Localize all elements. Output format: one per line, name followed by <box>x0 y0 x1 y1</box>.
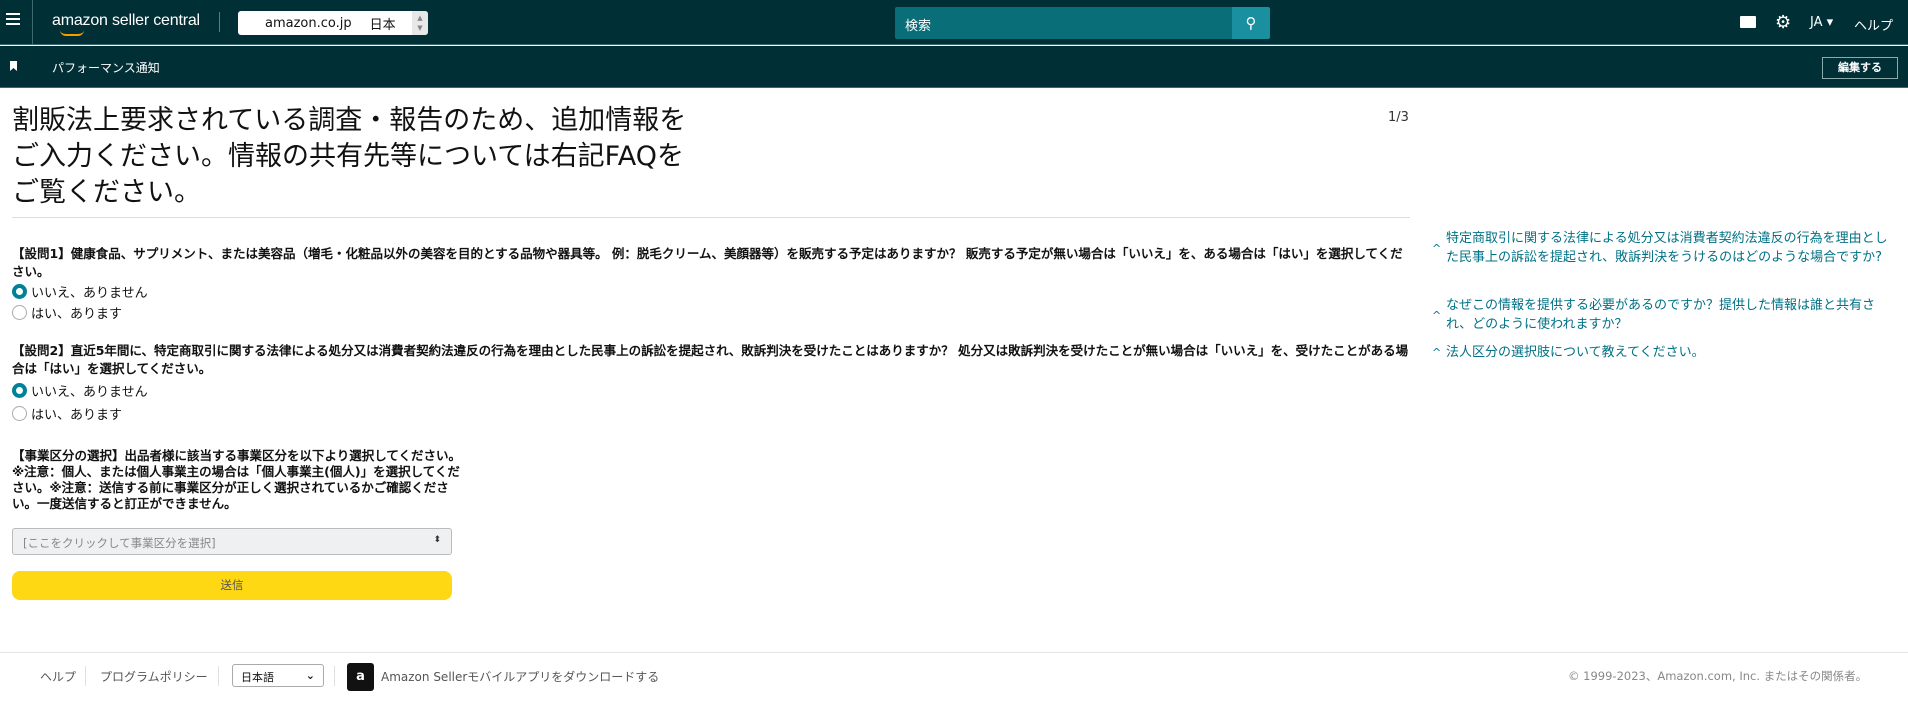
program-policy-link[interactable]: プログラムポリシー <box>100 668 208 685</box>
radio-selected-icon[interactable] <box>12 284 27 299</box>
seller-app-icon[interactable]: a <box>347 663 374 691</box>
business-type-select[interactable]: [ここをクリックして事業区分を選択] ⬍ <box>12 528 452 555</box>
question-2-text: 【設問2】直近5年間に、特定商取引に関する法律による処分又は消費者契約法違反の行… <box>12 343 1409 376</box>
footer-help-link[interactable]: ヘルプ <box>40 668 76 685</box>
language-menu[interactable]: JA ▾ <box>1810 15 1833 30</box>
gear-icon[interactable]: ⚙ <box>1775 12 1791 33</box>
faq-item[interactable]: ^ 法人区分の選択肢について教えてください。 <box>1432 343 1892 362</box>
amazon-smile-icon <box>60 30 84 36</box>
option-label: はい、あります <box>31 408 123 423</box>
select-value: 日本語 <box>241 671 274 684</box>
divider <box>12 217 1410 218</box>
caret-up-icon: ^ <box>1432 308 1442 322</box>
mail-icon[interactable] <box>1740 16 1756 28</box>
caret-up-icon: ^ <box>1432 241 1442 255</box>
divider <box>219 12 220 32</box>
copyright: © 1999-2023、Amazon.com, Inc. またはその関係者。 <box>1568 669 1868 683</box>
edit-button[interactable]: 編集する <box>1822 57 1898 79</box>
search-icon: ⚲ <box>1245 14 1257 32</box>
radio-selected-icon[interactable] <box>12 383 27 398</box>
q2-option-yes[interactable]: はい、あります <box>12 404 122 423</box>
marketplace-country: 日本 <box>369 17 396 33</box>
sub-nav-bar <box>0 46 1908 88</box>
q2-option-no[interactable]: いいえ、ありません <box>12 381 148 400</box>
question-1-text: 【設問1】健康食品、サプリメント、または美容品（増毛・化粧品以外の美容を目的とす… <box>12 246 1403 279</box>
faq-link[interactable]: 特定商取引に関する法律による処分又は消費者契約法違反の行為を理由とした民事上の訴… <box>1446 229 1892 267</box>
faq-link[interactable]: 法人区分の選択肢について教えてください。 <box>1446 343 1705 362</box>
marketplace-selector[interactable]: amazon.co.jp 日本 ▲ ▼ <box>238 11 428 35</box>
select-arrows-icon: ⬍ <box>433 535 441 545</box>
hamburger-menu-icon[interactable] <box>6 13 20 28</box>
divider <box>85 666 86 686</box>
search-input[interactable]: 検索 <box>895 7 1232 39</box>
select-value: [ここをクリックして事業区分を選択] <box>23 536 216 550</box>
page-indicator: 1/3 <box>1388 110 1409 125</box>
divider <box>334 666 335 686</box>
business-type-instructions: 【事業区分の選択】出品者様に該当する事業区分を以下より選択してください。※注意：… <box>12 448 462 511</box>
faq-item[interactable]: ^ なぜこの情報を提供する必要があるのですか？提供した情報は誰と共有され、どのよう… <box>1432 296 1892 334</box>
submit-button[interactable]: 送信 <box>12 571 452 600</box>
app-download-link[interactable]: Amazon Sellerモバイルアプリをダウンロードする <box>381 668 659 685</box>
q1-option-yes[interactable]: はい、あります <box>12 303 122 322</box>
seller-central-logo[interactable]: amazon seller central <box>52 12 200 30</box>
option-label: はい、あります <box>31 307 123 322</box>
performance-notifications-link[interactable]: パフォーマンス通知 <box>52 59 160 76</box>
radio-icon[interactable] <box>12 305 27 320</box>
help-link[interactable]: ヘルプ <box>1854 15 1893 34</box>
option-label: いいえ、ありません <box>31 385 148 400</box>
search-button[interactable]: ⚲ <box>1232 7 1270 39</box>
q1-option-no[interactable]: いいえ、ありません <box>12 282 148 301</box>
footer-divider <box>0 652 1908 653</box>
page-title: 割販法上要求されている調査・報告のため、追加情報をご入力ください。情報の共有先等… <box>12 105 687 208</box>
marketplace-domain: amazon.co.jp <box>265 15 352 31</box>
footer-language-select[interactable]: 日本語 ⌄ <box>232 664 324 687</box>
option-label: いいえ、ありません <box>31 286 148 301</box>
radio-icon[interactable] <box>12 406 27 421</box>
chevron-down-icon: ⌄ <box>305 669 315 682</box>
faq-item[interactable]: ^ 特定商取引に関する法律による処分又は消費者契約法違反の行為を理由とした民事上の… <box>1432 229 1892 267</box>
caret-up-icon: ^ <box>1432 346 1442 359</box>
divider <box>32 0 33 45</box>
spinner-arrows-icon: ▲ ▼ <box>412 11 428 35</box>
faq-link[interactable]: なぜこの情報を提供する必要があるのですか？提供した情報は誰と共有され、どのように… <box>1446 296 1892 334</box>
divider <box>218 666 219 686</box>
